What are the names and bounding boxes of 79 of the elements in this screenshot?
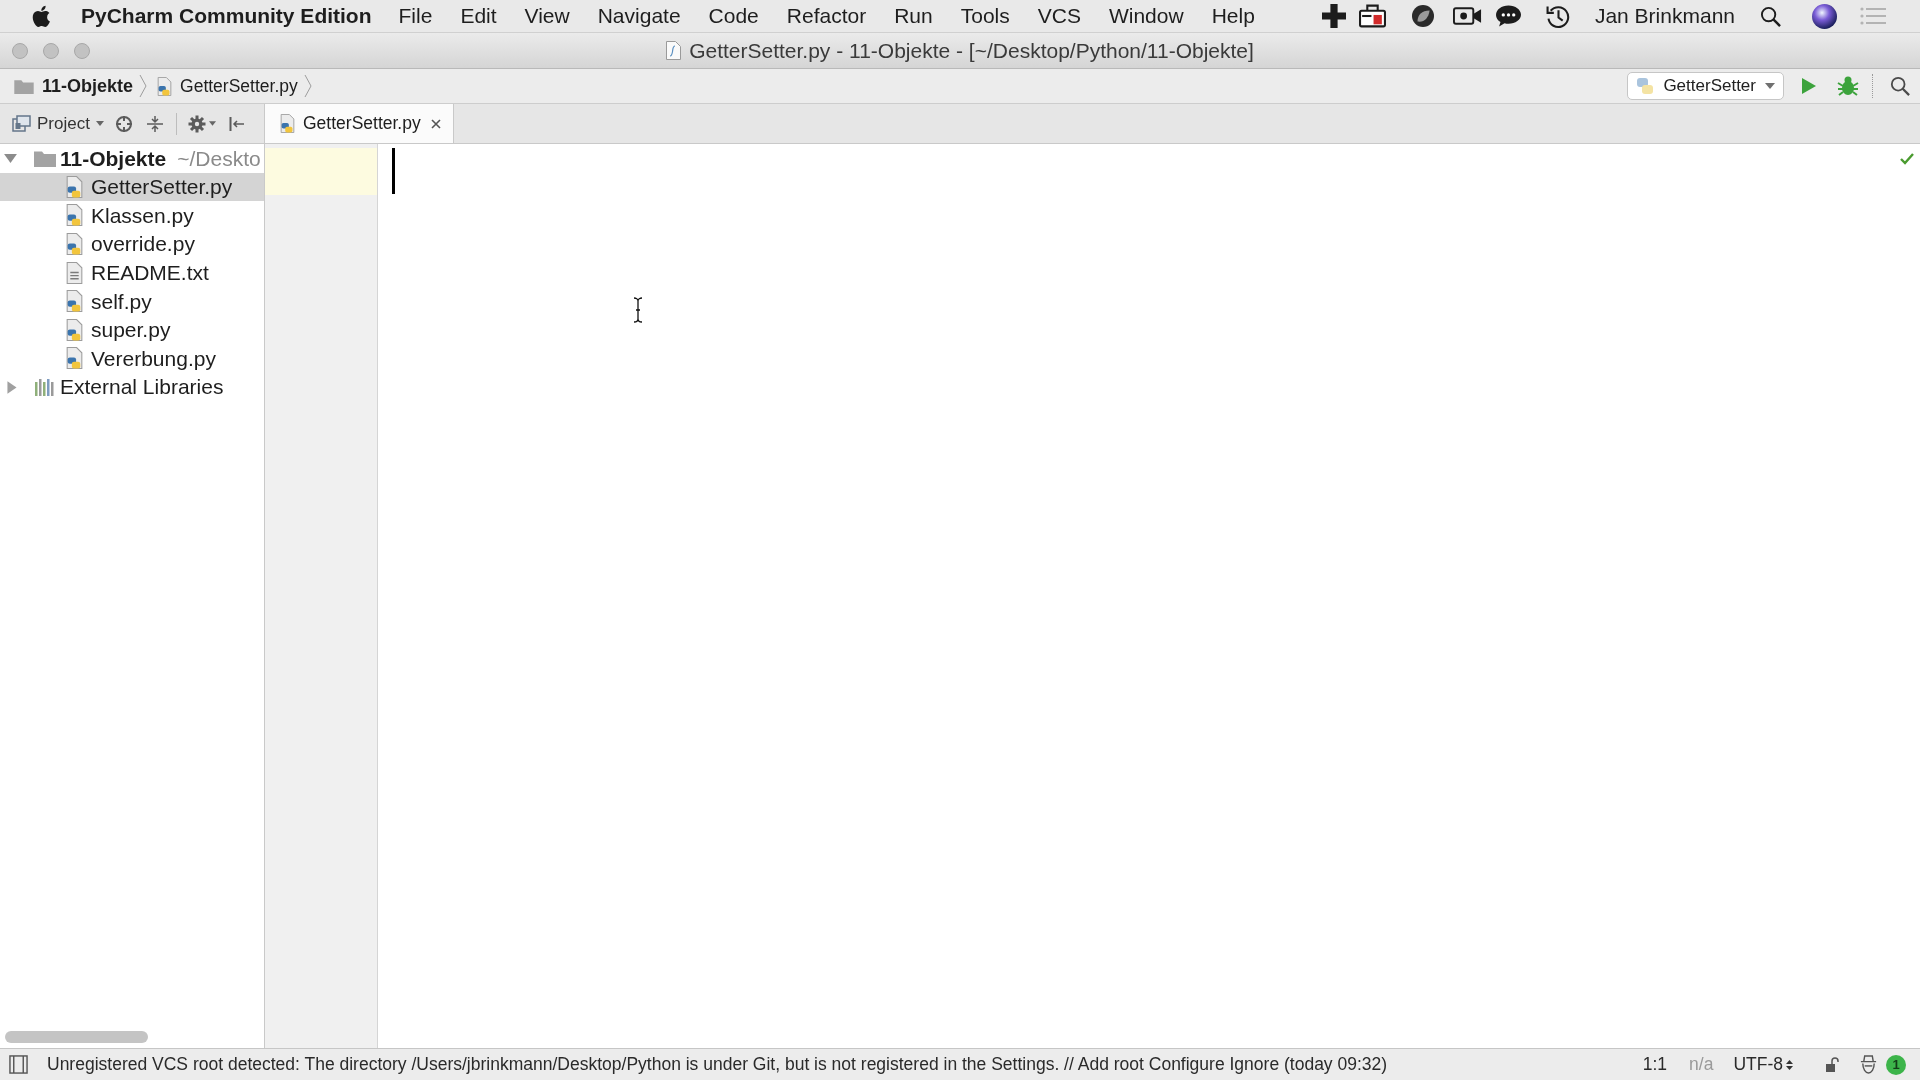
- horizontal-scrollbar[interactable]: [5, 1031, 148, 1043]
- close-icon[interactable]: [430, 118, 441, 129]
- project-icon: [12, 115, 31, 132]
- chevron-icon: [303, 74, 312, 98]
- tree-item[interactable]: Klassen.py: [0, 201, 264, 230]
- collapse-all-icon[interactable]: [145, 114, 164, 133]
- text-caret: [392, 148, 395, 194]
- run-configuration-dropdown[interactable]: GetterSetter: [1627, 72, 1784, 100]
- python-file-icon: [66, 175, 83, 198]
- bar-arrow-left-icon[interactable]: [228, 115, 245, 132]
- tree-item[interactable]: self.py: [0, 286, 264, 316]
- menu-item[interactable]: Edit: [460, 0, 497, 32]
- tree-item[interactable]: README.txt: [0, 258, 264, 287]
- python-file-icon: [157, 76, 173, 96]
- caret-icon: [95, 121, 104, 126]
- menu-item[interactable]: Tools: [960, 0, 1010, 32]
- check-icon: [1900, 153, 1914, 165]
- history-icon[interactable]: [1545, 3, 1571, 29]
- menu-item[interactable]: Help: [1211, 0, 1255, 32]
- tree-item[interactable]: External Libraries: [0, 372, 264, 402]
- triangle-right-icon[interactable]: [7, 380, 17, 394]
- crosshair-icon[interactable]: [114, 114, 133, 133]
- menu-item[interactable]: File: [398, 0, 433, 32]
- tree-item[interactable]: Vererbung.py: [0, 344, 264, 373]
- squares-icon: [1636, 77, 1655, 95]
- video-camera-icon[interactable]: [1452, 5, 1482, 27]
- project-view-dropdown[interactable]: Project: [12, 110, 104, 137]
- caret-icon: [1765, 83, 1775, 89]
- python-file-icon: [66, 233, 83, 256]
- apple-icon[interactable]: [32, 4, 52, 28]
- window-layout-icon[interactable]: [9, 1055, 28, 1074]
- menu-item[interactable]: Navigate: [597, 0, 681, 32]
- chat-bubble-icon[interactable]: [1495, 5, 1521, 27]
- status-message: Unregistered VCS root detected: The directory /Users/jbrinkmann/Desktop/Python is under Git, but is not registered in the Settings. // Add root Configure Ignore (today 09:32): [47, 1053, 1388, 1077]
- orb-icon[interactable]: [1812, 3, 1837, 29]
- leaf-icon[interactable]: [1411, 5, 1434, 27]
- tree-item[interactable]: override.py: [0, 229, 264, 259]
- folder-icon: [14, 78, 34, 94]
- python-file-icon: [66, 318, 83, 341]
- hat-head-icon[interactable]: [1859, 1054, 1878, 1075]
- python-file-icon: [66, 204, 83, 227]
- toolbox-icon[interactable]: [1358, 4, 1386, 28]
- python-file-icon: [66, 290, 83, 313]
- folder-icon: [34, 149, 56, 167]
- caret-position[interactable]: 1:1: [1642, 1051, 1668, 1078]
- breadcrumb[interactable]: 11-Objekte: [14, 72, 134, 100]
- app-menu[interactable]: PyCharm Community Edition: [81, 0, 372, 32]
- menu-item[interactable]: Window: [1108, 0, 1184, 32]
- folder-path: ~/Deskto: [177, 145, 261, 172]
- padlock-icon[interactable]: [1825, 1056, 1839, 1073]
- text-file-icon: [66, 261, 83, 284]
- encoding-selector[interactable]: UTF-8: [1733, 1051, 1793, 1078]
- menu-item[interactable]: VCS: [1037, 0, 1081, 32]
- play-icon[interactable]: [1801, 76, 1817, 96]
- menu-item[interactable]: Code: [708, 0, 759, 32]
- library-icon: [34, 378, 56, 397]
- chevron-icon: [139, 74, 148, 98]
- tree-item[interactable]: super.py: [0, 315, 264, 345]
- tree-item[interactable]: 11-Objekte ~/Deskto: [0, 144, 264, 173]
- python-file-icon: [66, 347, 83, 370]
- window-title: GetterSetter.py - 11-Objekte - [~/Desktop/Python/11-Objekte]: [689, 37, 1254, 64]
- caret-icon[interactable]: [208, 121, 216, 126]
- text-cursor-icon: [633, 297, 643, 323]
- file-icon: [666, 41, 682, 60]
- up-down-arrows-icon: [1786, 1058, 1793, 1071]
- plus-icon[interactable]: [1321, 4, 1346, 28]
- menu-item[interactable]: View: [524, 0, 570, 32]
- notification-badge[interactable]: 1: [1886, 1054, 1906, 1075]
- breadcrumb[interactable]: GetterSetter.py: [157, 72, 298, 100]
- editor-tab[interactable]: GetterSetter.py: [265, 104, 454, 143]
- tree-item[interactable]: GetterSetter.py: [0, 172, 264, 202]
- python-file-icon: [280, 114, 295, 133]
- search-icon[interactable]: [1760, 5, 1781, 27]
- user-name[interactable]: Jan Brinkmann: [1594, 0, 1735, 32]
- menu-item[interactable]: Refactor: [786, 0, 867, 32]
- triangle-down-icon[interactable]: [4, 152, 17, 164]
- bug-icon[interactable]: [1837, 75, 1859, 97]
- search-icon[interactable]: [1890, 76, 1910, 96]
- menu-item[interactable]: Run: [894, 0, 933, 32]
